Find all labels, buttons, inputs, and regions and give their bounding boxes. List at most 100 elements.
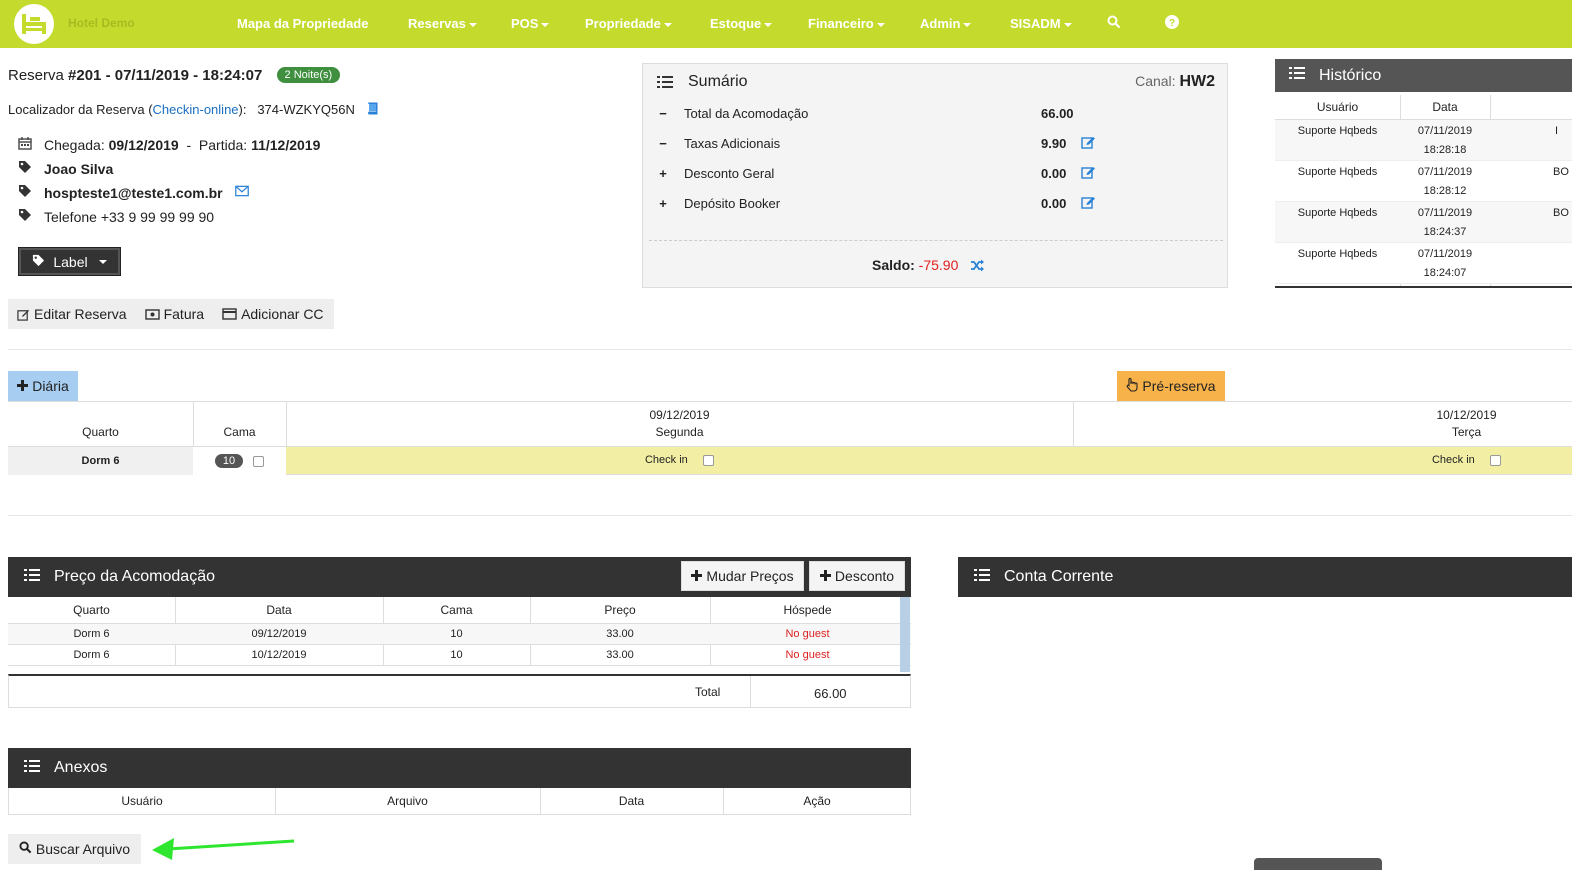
history-user: Suporte Hqbeds (1297, 166, 1378, 178)
green-arrow-annotation (152, 838, 295, 860)
locator-label: Localizador da Reserva ( (8, 102, 153, 117)
top-navbar: Hotel Demo Mapa da Propriedade Reservas … (0, 0, 1572, 48)
reservation-title-prefix: Reserva (8, 67, 69, 84)
balance-label: Saldo: (872, 257, 915, 273)
history-table-header: Usuário Data (1275, 95, 1572, 120)
envelope-icon[interactable] (234, 184, 249, 201)
svg-text:?: ? (1169, 18, 1175, 29)
summary-row: + Desconto Geral 0.00 (657, 166, 1197, 186)
summary-row-label: Depósito Booker (684, 196, 781, 211)
partida-label: Partida: (198, 136, 248, 153)
edit-icon[interactable] (1081, 165, 1096, 182)
history-action: BO (1553, 207, 1569, 219)
history-action: BO (1553, 166, 1569, 178)
nav-pos[interactable]: POS (511, 16, 550, 31)
brand-name[interactable]: Hotel Demo (68, 16, 135, 30)
nav-sisadm[interactable]: SISADM (1010, 16, 1072, 31)
price-guest[interactable]: No guest (710, 649, 905, 661)
discount-button[interactable]: Desconto (809, 561, 905, 591)
change-prices-button[interactable]: Mudar Preços (681, 561, 804, 591)
help-icon[interactable]: ? (1165, 15, 1179, 32)
checkin-online-link[interactable]: Checkin-online (153, 102, 239, 117)
list-icon (24, 759, 40, 778)
day-cell: Check in (286, 454, 1073, 466)
money-icon (144, 308, 160, 320)
summary-row-label: Desconto Geral (684, 166, 775, 181)
col-preco: Preço (604, 603, 636, 617)
guest-name-line: Joao Silva (18, 160, 113, 177)
summary-row: − Taxas Adicionais 9.90 (657, 136, 1197, 156)
tag-icon (32, 254, 45, 270)
invoice-label: Fatura (163, 306, 205, 322)
add-daily-button[interactable]: Diária (8, 371, 78, 401)
nav-estoque[interactable]: Estoque (710, 16, 773, 31)
divider (8, 515, 1572, 516)
invoice-button[interactable]: Fatura (144, 306, 205, 322)
day-checkbox[interactable] (1490, 454, 1502, 466)
day-status: Check in (644, 454, 688, 466)
bed-checkbox[interactable] (253, 455, 265, 467)
edit-icon[interactable] (1081, 135, 1096, 152)
history-row: Suporte Hqbeds 07/11/2019 18:28:12 BO (1275, 161, 1572, 202)
book-icon[interactable] (366, 102, 379, 119)
col-hospede: Hóspede (783, 603, 832, 617)
bottom-floating-tab[interactable] (1254, 858, 1382, 870)
edit-icon[interactable] (1081, 195, 1096, 212)
price-row: Dorm 6 09/12/2019 10 33.00 No guest (8, 624, 911, 645)
summary-row-value: 66.00 (1041, 106, 1074, 121)
guest-email: hospteste1@teste1.com.br (44, 184, 223, 201)
col-cama: Cama (440, 603, 473, 617)
summary-divider (649, 240, 1223, 241)
price-date: 10/12/2019 (251, 649, 307, 661)
pre-reservation-label: Pré-reserva (1142, 378, 1216, 394)
label-dropdown-button[interactable]: Label (18, 247, 121, 276)
pre-reservation-button[interactable]: Pré-reserva (1117, 371, 1225, 401)
price-table-scrollbar[interactable] (900, 597, 910, 672)
price-table-header: Quarto Data Cama Preço Hóspede (8, 597, 911, 624)
nav-financeiro[interactable]: Financeiro (808, 16, 885, 31)
history-bottom-border (1275, 286, 1572, 288)
nav-pos-label: POS (511, 16, 539, 31)
caret-down-icon (663, 22, 672, 27)
shuffle-icon[interactable] (970, 259, 985, 275)
nights-badge: 2 Noite(s) (276, 67, 341, 83)
discount-label: Desconto (834, 568, 895, 584)
history-time: 18:28:18 (1423, 144, 1467, 156)
day-checkbox[interactable] (703, 454, 715, 466)
plus-icon (691, 568, 703, 584)
add-credit-card-button[interactable]: Adicionar CC (222, 306, 324, 322)
summary-title: Sumário (688, 73, 748, 90)
list-icon (24, 568, 40, 587)
history-user: Suporte Hqbeds (1297, 207, 1378, 219)
nav-admin[interactable]: Admin (920, 16, 972, 31)
history-date: 07/11/2019 (1417, 207, 1473, 219)
price-total-row: Total 66.00 (8, 674, 911, 708)
col-data: Data (266, 603, 292, 617)
guest-phone: Telefone +33 9 99 99 99 90 (44, 208, 215, 225)
price-room: Dorm 6 (73, 649, 110, 661)
locator-suffix: ): (238, 102, 247, 117)
history-time: 18:24:07 (1423, 267, 1467, 279)
hotel-logo[interactable] (14, 4, 54, 44)
nav-propriedade[interactable]: Propriedade (585, 16, 672, 31)
add-credit-card-label: Adicionar CC (241, 306, 324, 322)
summary-row: + Depósito Booker 0.00 (657, 196, 1197, 216)
history-time: 18:24:37 (1423, 226, 1467, 238)
hand-pointer-icon (1126, 377, 1138, 395)
current-account-title: Conta Corrente (1004, 568, 1114, 585)
day-cell: Check in (1073, 454, 1572, 466)
nav-financeiro-label: Financeiro (808, 16, 874, 31)
search-file-button[interactable]: Buscar Arquivo (8, 834, 141, 864)
edit-reservation-button[interactable]: Editar Reserva (17, 306, 127, 322)
caret-down-icon (98, 259, 107, 264)
price-guest[interactable]: No guest (710, 628, 905, 640)
price-bed: 10 (450, 628, 463, 640)
channel-value: HW2 (1179, 73, 1215, 90)
chegada-label: Chegada: (44, 136, 105, 153)
current-account-header: Conta Corrente (958, 557, 1572, 597)
nav-reservas[interactable]: Reservas (408, 16, 477, 31)
column-divider (750, 676, 751, 708)
nav-mapa-propriedade[interactable]: Mapa da Propriedade (237, 16, 368, 31)
search-icon[interactable] (1107, 15, 1121, 32)
price-date: 09/12/2019 (251, 628, 307, 640)
